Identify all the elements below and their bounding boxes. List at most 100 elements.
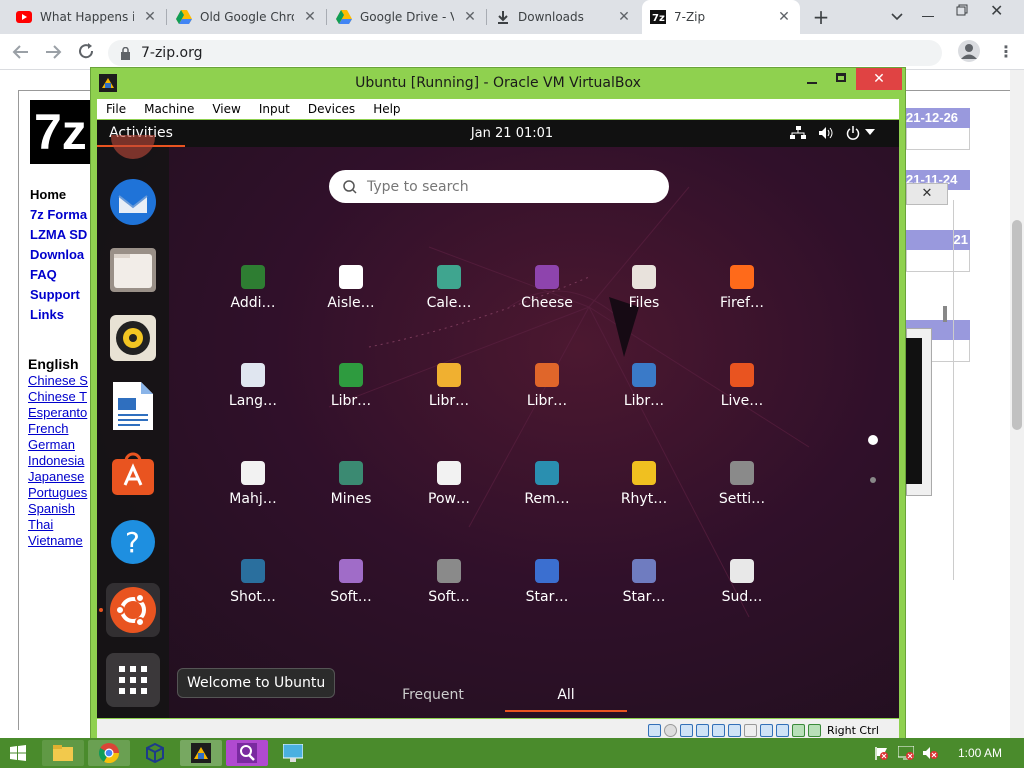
- app-tile[interactable]: Star…: [602, 559, 686, 605]
- network-icon[interactable]: [790, 126, 806, 140]
- windows-start-icon[interactable]: [10, 745, 26, 761]
- reload-icon[interactable]: [77, 42, 95, 60]
- new-tab-button[interactable]: +: [810, 6, 832, 28]
- display-icon[interactable]: [743, 723, 757, 737]
- host-key-arrow-icon[interactable]: [807, 723, 821, 737]
- tab-all[interactable]: All: [505, 682, 627, 712]
- app-tile[interactable]: Sud…: [700, 559, 784, 605]
- taskbar-remote-app[interactable]: [272, 740, 314, 766]
- browser-tab-downloads[interactable]: Downloads ✕: [488, 0, 640, 34]
- taskbar-clock[interactable]: 1:00 AM: [944, 738, 1016, 768]
- profile-avatar-icon[interactable]: [958, 40, 980, 62]
- scrollbar-thumb[interactable]: [1012, 220, 1022, 430]
- menu-kebab-icon[interactable]: ⋮: [998, 42, 1014, 61]
- app-tile[interactable]: Cheese: [505, 265, 589, 311]
- app-tile[interactable]: Shot…: [211, 559, 295, 605]
- lang-link[interactable]: Japanese: [28, 469, 84, 484]
- system-menu-chevron-icon[interactable]: [865, 128, 875, 136]
- vm-maximize-icon[interactable]: [836, 73, 846, 82]
- menu-help[interactable]: Help: [364, 102, 409, 116]
- tab-frequent[interactable]: Frequent: [383, 682, 483, 712]
- app-tile[interactable]: Libr…: [309, 363, 393, 409]
- menu-view[interactable]: View: [203, 102, 249, 116]
- app-tile[interactable]: Cale…: [407, 265, 491, 311]
- app-tile[interactable]: Soft…: [407, 559, 491, 605]
- cpu-icon[interactable]: [775, 723, 789, 737]
- menu-input[interactable]: Input: [250, 102, 299, 116]
- forward-icon[interactable]: [44, 43, 62, 61]
- lang-link[interactable]: German: [28, 437, 75, 452]
- menu-devices[interactable]: Devices: [299, 102, 364, 116]
- lang-link[interactable]: Portugues: [28, 485, 87, 500]
- network-adapter-icon[interactable]: [695, 723, 709, 737]
- menu-file[interactable]: File: [97, 102, 135, 116]
- lang-link[interactable]: Vietname: [28, 533, 83, 548]
- app-tile[interactable]: Mines: [309, 461, 393, 507]
- app-tile[interactable]: Setti…: [700, 461, 784, 507]
- vm-minimize-icon[interactable]: [807, 82, 817, 84]
- app-tile[interactable]: Rem…: [505, 461, 589, 507]
- app-tile[interactable]: Mahj…: [211, 461, 295, 507]
- app-tile[interactable]: Rhyt…: [602, 461, 686, 507]
- hdd-icon[interactable]: [647, 723, 661, 737]
- browser-tab-google-drive[interactable]: Google Drive - Vi ✕: [328, 0, 486, 34]
- app-tile[interactable]: Live…: [700, 363, 784, 409]
- app-tile[interactable]: Files: [602, 265, 686, 311]
- volume-muted-icon[interactable]: [922, 746, 938, 760]
- lang-link[interactable]: Chinese T: [28, 389, 87, 404]
- browser-tab-7zip[interactable]: 7z 7-Zip ✕: [642, 0, 800, 34]
- app-tile[interactable]: Libr…: [407, 363, 491, 409]
- app-tile[interactable]: Libr…: [505, 363, 589, 409]
- tab-search-chevron-icon[interactable]: [890, 9, 904, 23]
- lang-link[interactable]: Indonesia: [28, 453, 84, 468]
- taskbar-search-app[interactable]: [226, 740, 268, 766]
- restore-icon[interactable]: [956, 4, 968, 16]
- nav-download[interactable]: Downloa: [30, 247, 84, 262]
- lang-link[interactable]: Esperanto: [28, 405, 87, 420]
- taskbar-chrome[interactable]: [88, 740, 130, 766]
- nav-support[interactable]: Support: [30, 287, 80, 302]
- app-tile[interactable]: Aisle…: [309, 265, 393, 311]
- close-tab-icon[interactable]: ✕: [142, 9, 158, 25]
- vm-close-button[interactable]: ✕: [856, 68, 902, 90]
- minimize-icon[interactable]: [922, 16, 934, 17]
- network-tray-icon[interactable]: [898, 746, 914, 760]
- shared-folder-icon[interactable]: [727, 723, 741, 737]
- mouse-integration-icon[interactable]: [791, 723, 805, 737]
- action-center-flag-icon[interactable]: [874, 746, 888, 760]
- page-indicator-active[interactable]: [868, 435, 878, 445]
- lang-link[interactable]: Thai: [28, 517, 53, 532]
- close-window-icon[interactable]: ✕: [990, 1, 1003, 20]
- nav-home[interactable]: Home: [30, 187, 66, 202]
- nav-7z-format[interactable]: 7z Forma: [30, 207, 87, 222]
- taskbar-virtualbox-vm[interactable]: [180, 740, 222, 766]
- back-icon[interactable]: [12, 43, 30, 61]
- app-tile[interactable]: Addi…: [211, 265, 295, 311]
- menu-machine[interactable]: Machine: [135, 102, 203, 116]
- usb-icon[interactable]: [711, 723, 725, 737]
- optical-drive-icon[interactable]: [663, 723, 677, 737]
- close-tab-icon[interactable]: ✕: [776, 9, 792, 25]
- audio-icon[interactable]: [679, 723, 693, 737]
- volume-icon[interactable]: [818, 126, 834, 140]
- taskbar-virtualbox-manager[interactable]: [134, 740, 176, 766]
- address-bar[interactable]: 7-zip.org: [108, 40, 942, 66]
- nav-lzma-sdk[interactable]: LZMA SD: [30, 227, 87, 242]
- app-tile[interactable]: Star…: [505, 559, 589, 605]
- app-tile[interactable]: Libr…: [602, 363, 686, 409]
- lang-link[interactable]: Chinese S: [28, 373, 88, 388]
- app-tile[interactable]: Firef…: [700, 265, 784, 311]
- nav-links[interactable]: Links: [30, 307, 64, 322]
- browser-tab-youtube[interactable]: What Happens if ✕: [8, 0, 166, 34]
- close-tab-icon[interactable]: ✕: [462, 9, 478, 25]
- nav-faq[interactable]: FAQ: [30, 267, 57, 282]
- power-icon[interactable]: [846, 126, 860, 140]
- app-tile[interactable]: Pow…: [407, 461, 491, 507]
- taskbar-file-explorer[interactable]: [42, 740, 84, 766]
- app-tile[interactable]: Lang…: [211, 363, 295, 409]
- close-tab-icon[interactable]: ✕: [302, 9, 318, 25]
- recording-icon[interactable]: [759, 723, 773, 737]
- browser-tab-old-chrome[interactable]: Old Google Chro ✕: [168, 0, 326, 34]
- page-indicator[interactable]: [870, 477, 876, 483]
- clock[interactable]: Jan 21 01:01: [437, 120, 587, 147]
